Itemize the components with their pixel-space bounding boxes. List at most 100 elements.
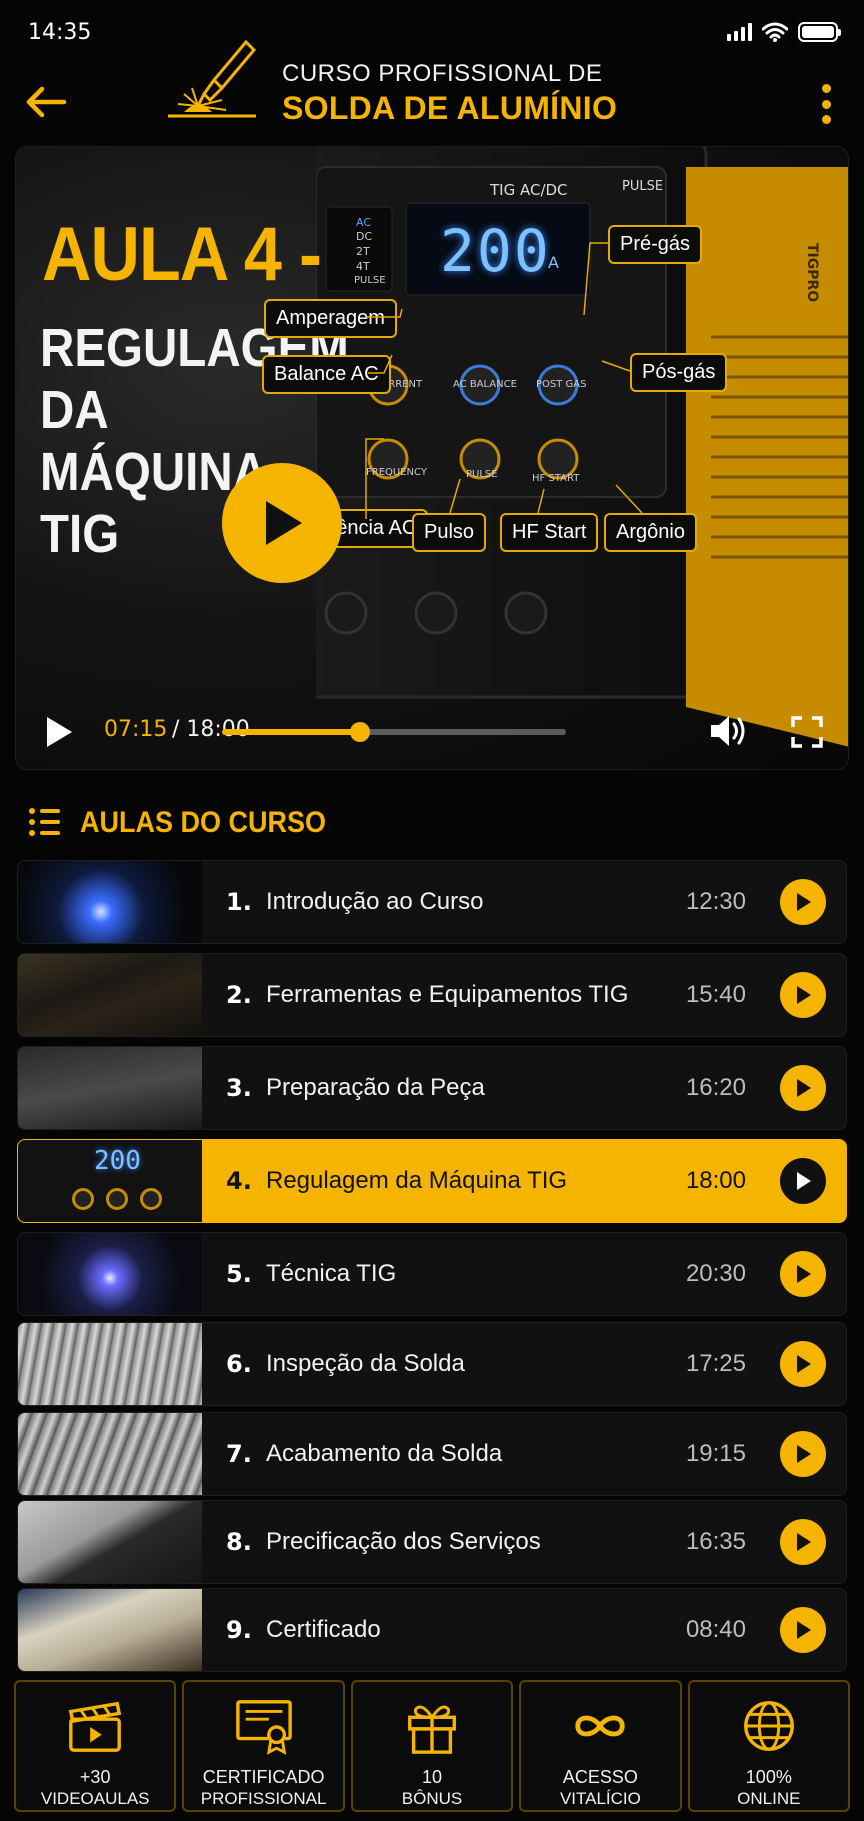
back-arrow-icon[interactable] [24, 80, 68, 124]
play-icon [797, 1445, 811, 1463]
play-icon [797, 1355, 811, 1373]
feature-videoaulas: +30 VIDEOAULAS [14, 1680, 177, 1812]
lesson-play-button[interactable] [780, 879, 826, 925]
feature-line2: VIDEOAULAS [40, 1789, 150, 1808]
lesson-play-button[interactable] [780, 972, 826, 1018]
lesson-thumbnail [18, 1589, 202, 1671]
lesson-title: Técnica TIG [266, 1260, 397, 1287]
status-time: 14:35 [28, 20, 92, 45]
progress-fill [222, 729, 360, 735]
lesson-thumbnail [18, 954, 202, 1036]
header-title-line2: SOLDA DE ALUMÍNIO [282, 90, 618, 126]
play-icon [797, 986, 811, 1004]
lesson-thumbnail [18, 1501, 202, 1583]
feature-line1: ACESSO [562, 1767, 638, 1787]
feature-line1: CERTIFICADO [202, 1767, 325, 1787]
lesson-title: Acabamento da Solda [266, 1440, 503, 1467]
lesson-thumbnail [18, 1233, 202, 1315]
lesson-item-6[interactable]: 6. Inspeção da Solda 17:25 [17, 1322, 847, 1406]
certificate-icon [235, 1700, 292, 1755]
lesson-item-9[interactable]: 9. Certificado 08:40 [17, 1588, 847, 1672]
play-icon [797, 893, 811, 911]
lesson-duration: 15:40 [685, 981, 746, 1008]
play-icon [797, 1621, 811, 1639]
lesson-play-button[interactable] [780, 1065, 826, 1111]
lesson-item-3[interactable]: 3. Preparação da Peça 16:20 [17, 1046, 847, 1130]
infinity-icon [575, 1715, 626, 1737]
lesson-duration: 19:15 [685, 1440, 746, 1467]
big-play-button[interactable] [222, 463, 342, 583]
video-player[interactable]: TIG AC/DC PULSE AC DC 2T 4T PULSE 200 A … [15, 146, 849, 770]
lesson-duration: 16:35 [685, 1528, 746, 1555]
course-list-title: AULAS DO CURSO [80, 806, 327, 839]
lesson-number: 1. [226, 888, 252, 916]
lesson-play-button[interactable] [780, 1607, 826, 1653]
lesson-play-button[interactable] [780, 1519, 826, 1565]
lesson-title: Regulagem da Máquina TIG [266, 1167, 568, 1194]
lesson-play-button[interactable] [780, 1431, 826, 1477]
play-icon [797, 1265, 811, 1283]
play-control-icon[interactable] [44, 715, 74, 749]
feature-bonus: 10 BÔNUS [350, 1680, 514, 1812]
battery-icon [798, 22, 841, 42]
lesson-duration: 12:30 [685, 888, 746, 915]
lesson-thumbnail: 200 [18, 1140, 202, 1222]
fullscreen-icon[interactable] [790, 715, 824, 749]
lesson-number: 6. [226, 1350, 252, 1378]
feature-line2: ONLINE [737, 1789, 801, 1808]
feature-acesso: ACESSO VITALÍCIO [519, 1680, 682, 1812]
lesson-duration: 18:00 [685, 1167, 746, 1194]
feature-line2: VITALÍCIO [559, 1789, 641, 1808]
globe-icon [743, 1701, 794, 1751]
lesson-duration: 20:30 [685, 1260, 746, 1287]
header-title-line1: CURSO PROFISSIONAL DE [282, 60, 603, 87]
lesson-item-4-active[interactable]: 200 4. Regulagem da Máquina TIG 18:00 [17, 1139, 847, 1223]
lesson-title: Introdução ao Curso [266, 888, 484, 915]
lesson-play-button[interactable] [780, 1251, 826, 1297]
lesson-number: 9. [226, 1616, 252, 1644]
play-icon [266, 501, 302, 545]
signal-icon [727, 23, 752, 41]
play-icon [797, 1533, 811, 1551]
feature-bar: +30 VIDEOAULAS CERTIFICADO PROFISSIONAL … [14, 1680, 851, 1812]
lesson-play-button[interactable] [780, 1158, 826, 1204]
lesson-number: 4. [226, 1167, 252, 1195]
feature-line2: PROFISSIONAL [200, 1789, 327, 1808]
lesson-number: 7. [226, 1440, 252, 1468]
lesson-play-button[interactable] [780, 1341, 826, 1387]
lesson-duration: 16:20 [685, 1074, 746, 1101]
feature-line1: +30 [79, 1767, 111, 1787]
lesson-number: 8. [226, 1528, 252, 1556]
lesson-item-1[interactable]: 1. Introdução ao Curso 12:30 [17, 860, 847, 944]
lesson-item-2[interactable]: 2. Ferramentas e Equipamentos TIG 15:40 [17, 953, 847, 1037]
lesson-thumbnail [18, 1323, 202, 1405]
feature-line1: 10 [422, 1767, 443, 1787]
lesson-title: Ferramentas e Equipamentos TIG [266, 981, 629, 1008]
lesson-thumbnail [18, 861, 202, 943]
lesson-thumbnail [18, 1413, 202, 1495]
progress-knob[interactable] [349, 722, 370, 742]
clapperboard-icon [69, 1701, 122, 1752]
feature-certificado: CERTIFICADO PROFISSIONAL [182, 1680, 345, 1812]
volume-icon[interactable] [708, 713, 748, 749]
lesson-title: Certificado [266, 1616, 381, 1643]
lesson-item-5[interactable]: 5. Técnica TIG 20:30 [17, 1232, 847, 1316]
progress-bar[interactable] [222, 722, 566, 742]
thumb-display-value: 200 [94, 1146, 141, 1176]
welding-torch-logo-icon [168, 39, 257, 118]
lesson-number: 2. [226, 981, 252, 1009]
current-time: 07:15 [104, 717, 168, 742]
gift-icon [408, 1705, 456, 1754]
callout-leader-lines [365, 242, 643, 519]
status-icons [727, 22, 841, 42]
more-vertical-icon[interactable] [818, 84, 834, 124]
lesson-item-8[interactable]: 8. Precificação dos Serviços 16:35 [17, 1500, 847, 1584]
list-icon [29, 808, 60, 836]
lesson-item-7[interactable]: 7. Acabamento da Solda 19:15 [17, 1412, 847, 1496]
lesson-duration: 08:40 [685, 1616, 746, 1643]
feature-line2: BÔNUS [401, 1789, 463, 1808]
play-icon [797, 1172, 811, 1190]
lesson-title: Precificação dos Serviços [266, 1528, 541, 1555]
feature-line1: 100% [745, 1767, 792, 1787]
lesson-title: Inspeção da Solda [266, 1350, 465, 1377]
